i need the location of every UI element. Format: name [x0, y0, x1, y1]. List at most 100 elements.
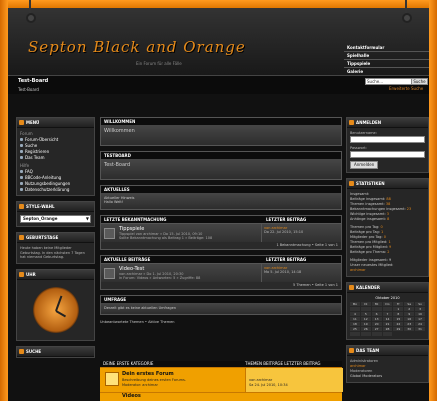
- stat-label: Wichtige insgesamt:: [350, 212, 386, 216]
- stat-value: 0: [383, 235, 386, 239]
- nav-tips[interactable]: Tippspiele: [344, 60, 429, 68]
- announcements-header: LETZTE BEKANNTMACHUNG LETZTER BEITRAG: [101, 216, 341, 223]
- forum-row[interactable]: Dein erstes Forum Beschreibung deines er…: [100, 367, 343, 392]
- chevron-down-icon: ▼: [85, 216, 89, 221]
- calendar-day[interactable]: 28: [382, 327, 393, 331]
- calendar-day[interactable]: [350, 332, 360, 336]
- calendar-day[interactable]: 15: [393, 317, 404, 321]
- announcements-footer: 1 Bekanntmachung • Seite 1 von 1: [101, 242, 341, 249]
- calendar-day[interactable]: 29: [393, 327, 404, 331]
- topic-icon: [104, 228, 115, 239]
- style-select[interactable]: Septon_Orange ▼: [20, 215, 91, 223]
- bullet-icon: [20, 175, 23, 179]
- calendar-day[interactable]: 1: [393, 307, 404, 311]
- site-logo[interactable]: Septon Black and Orange: [28, 38, 246, 56]
- stat-newest-member[interactable]: archimar: [350, 268, 425, 273]
- calendar-day[interactable]: 27: [371, 327, 382, 331]
- calendar-day[interactable]: 18: [350, 322, 360, 326]
- calendar-day[interactable]: 8: [393, 312, 404, 316]
- bullet-icon: [20, 137, 23, 141]
- calendar-day[interactable]: 11: [350, 317, 360, 321]
- team-mod-name[interactable]: Global Moderators: [350, 374, 425, 379]
- calendar-day[interactable]: 3: [415, 307, 425, 311]
- advanced-search-link[interactable]: Erweiterte Suche: [389, 86, 423, 91]
- stat-value: 8: [387, 217, 390, 221]
- team-icon: [349, 348, 354, 353]
- unanswered-links[interactable]: Unbeantwortete Themen • Aktive Themen: [100, 320, 342, 324]
- login-header: ANMELDEN: [347, 118, 428, 128]
- calendar-day[interactable]: [371, 332, 382, 336]
- style-select-value: Septon_Orange: [23, 216, 58, 221]
- calendar-weekday: Fr: [393, 302, 404, 306]
- forum-row[interactable]: Videos: [100, 392, 342, 401]
- calendar-day[interactable]: [360, 332, 371, 336]
- calendar-grid: Mo Di Mi Do Fr Sa So 1 2 3 4 5 6 7 8 9 10 11 12 13 14 15 16 17 1…: [350, 302, 425, 336]
- breadcrumb[interactable]: Test-Board: [18, 87, 39, 92]
- key-icon: [349, 120, 354, 125]
- calendar-day[interactable]: 20: [371, 322, 382, 326]
- recent-posts-title: AKTUELLE BEITRÄGE: [104, 257, 151, 262]
- calendar-day[interactable]: 23: [404, 322, 415, 326]
- calendar-day[interactable]: 12: [360, 317, 371, 321]
- calendar-day[interactable]: 31: [415, 327, 425, 331]
- menu-link-privacy[interactable]: Datenschutzerklärung: [20, 186, 91, 192]
- password-field[interactable]: [350, 151, 425, 158]
- birthday-header: GEBURTSTAGE: [17, 233, 94, 243]
- calendar-day[interactable]: 2: [404, 307, 415, 311]
- nav-contact[interactable]: Kontaktformular: [344, 44, 429, 52]
- calendar-day[interactable]: [360, 307, 371, 311]
- search-box: SUCHE: [16, 345, 95, 358]
- calendar-day[interactable]: 17: [415, 317, 425, 321]
- calendar-day[interactable]: 22: [393, 322, 404, 326]
- calendar-day[interactable]: 25: [350, 327, 360, 331]
- frame-right-border: [429, 0, 437, 401]
- menu-link-label: Suche: [25, 142, 38, 148]
- username-label: Benutzername:: [350, 131, 377, 135]
- poll-body: Derzeit gibt es keine aktuellen Umfragen: [101, 303, 341, 314]
- chart-icon: [349, 181, 354, 186]
- calendar-day[interactable]: 14: [382, 317, 393, 321]
- welcome-box: WILLKOMMEN Willkommen: [100, 117, 342, 146]
- clock-hour-hand: [55, 309, 66, 317]
- search-icon: [19, 348, 24, 354]
- birthday-title: GEBURTSTAGE: [26, 235, 59, 240]
- frame-left-border: [0, 0, 8, 401]
- header-search-input[interactable]: Suche...: [365, 78, 413, 85]
- calendar-day[interactable]: 5: [360, 312, 371, 316]
- calendar-day[interactable]: 9: [404, 312, 415, 316]
- welcome-header: WILLKOMMEN: [101, 118, 341, 125]
- calendar-day[interactable]: 24: [415, 322, 425, 326]
- calendar-day[interactable]: 10: [415, 312, 425, 316]
- calendar-day[interactable]: 19: [360, 322, 371, 326]
- topic-icon: [104, 268, 115, 279]
- calendar-day[interactable]: [350, 307, 360, 311]
- menu-link-team[interactable]: Das Team: [20, 154, 91, 160]
- calendar-day[interactable]: [382, 307, 393, 311]
- calendar-day[interactable]: 7: [382, 312, 393, 316]
- topic-row[interactable]: Video-Test von archimar » Do 1. Jul 2010…: [101, 263, 341, 282]
- nav-arcade[interactable]: Spielhalle: [344, 52, 429, 60]
- forum-title[interactable]: Dein erstes Forum: [122, 371, 174, 377]
- calendar-day[interactable]: 21: [382, 322, 393, 326]
- calendar-day[interactable]: 26: [360, 327, 371, 331]
- calendar-day[interactable]: 30: [404, 327, 415, 331]
- calendar-day[interactable]: 4: [350, 312, 360, 316]
- topic-row[interactable]: Tippspiele Tippspiel von archimar » Do 1…: [101, 223, 341, 242]
- calendar-day[interactable]: [382, 332, 393, 336]
- login-button[interactable]: Anmelden: [350, 161, 379, 169]
- announcements-box: LETZTE BEKANNTMACHUNG LETZTER BEITRAG Ti…: [100, 215, 342, 250]
- calendar-day[interactable]: 16: [404, 317, 415, 321]
- last-post-author[interactable]: von archimar: [249, 378, 272, 382]
- birthday-text: Heute haben keine Mitglieder Geburtstag.…: [20, 246, 85, 259]
- calendar-day[interactable]: [371, 307, 382, 311]
- stat-label: Beiträge pro Thema:: [350, 250, 387, 254]
- username-field[interactable]: [350, 136, 425, 143]
- analog-clock: [32, 286, 79, 333]
- bullet-icon: [20, 169, 23, 173]
- calendar-title: KALENDER: [356, 285, 380, 290]
- header-search-button[interactable]: Suche: [411, 78, 428, 85]
- forum-title[interactable]: Videos: [100, 393, 141, 399]
- calendar-day[interactable]: 13: [371, 317, 382, 321]
- calendar-day[interactable]: 6: [371, 312, 382, 316]
- site-bar: Test-Board Test-Board Suche... Suche Erw…: [8, 75, 429, 94]
